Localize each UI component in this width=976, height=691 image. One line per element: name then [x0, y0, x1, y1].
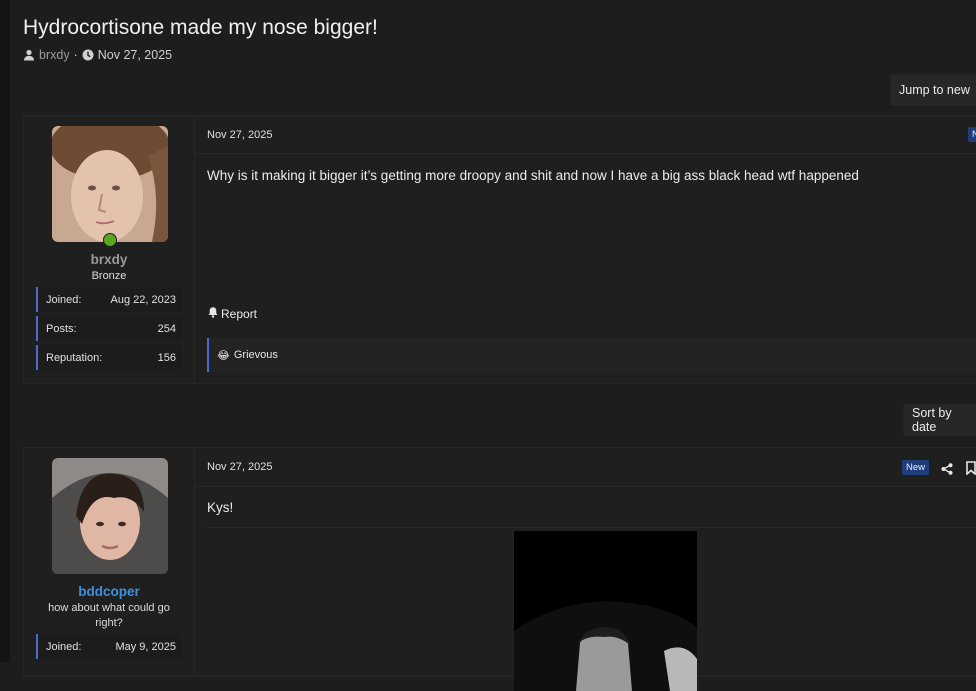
- post-date[interactable]: Nov 27, 2025: [207, 461, 272, 473]
- stat-joined: Joined: Aug 22, 2023: [36, 287, 182, 312]
- stat-label: Joined:: [46, 293, 82, 306]
- post-2: bddcoper how about what could go right? …: [23, 447, 976, 691]
- post-1-user-column: brxdy Bronze Joined: Aug 22, 2023 Posts:…: [24, 116, 194, 383]
- bell-icon: [207, 306, 219, 321]
- reaction-label: Grievous: [233, 349, 278, 361]
- new-badge: New: [902, 460, 930, 475]
- stat-label: Posts:: [46, 322, 77, 335]
- username[interactable]: bddcoper: [24, 584, 194, 599]
- laughing-crying-emoji-icon: 😂: [217, 349, 230, 362]
- username[interactable]: brxdy: [24, 252, 194, 267]
- post-header-divider: [195, 486, 976, 487]
- post-header-divider: [195, 153, 976, 154]
- reaction-bar[interactable]: 😂 Grievous: [207, 338, 976, 372]
- column-divider: [194, 448, 195, 676]
- clock-icon: [82, 49, 94, 61]
- post-body: Kys!: [207, 500, 234, 515]
- post-body-divider: [207, 527, 976, 528]
- report-label: Report: [221, 306, 258, 321]
- new-badge: N: [968, 127, 976, 142]
- post-body: Why is it making it bigger it’s getting …: [207, 168, 859, 183]
- thread-meta: brxdy · Nov 27, 2025: [23, 48, 172, 62]
- online-status-dot: [103, 233, 117, 247]
- thread-date[interactable]: Nov 27, 2025: [98, 48, 172, 62]
- stat-label: Reputation:: [46, 351, 103, 364]
- share-icon[interactable]: [941, 462, 953, 475]
- column-divider: [194, 116, 195, 383]
- jump-to-new-button[interactable]: Jump to new: [890, 74, 976, 106]
- stat-value: May 9, 2025: [115, 640, 176, 653]
- report-button[interactable]: Report: [207, 306, 257, 321]
- left-edge-strip: [0, 0, 10, 662]
- sort-by-date-button[interactable]: Sort by date: [903, 404, 976, 436]
- post-image[interactable]: [514, 531, 697, 691]
- stat-value: 156: [157, 351, 176, 364]
- meta-separator: ·: [73, 48, 78, 62]
- post-2-user-column: bddcoper how about what could go right? …: [24, 448, 194, 676]
- avatar[interactable]: [52, 126, 168, 242]
- thread-author-link[interactable]: brxdy: [39, 48, 70, 62]
- stat-posts: Posts: 254: [36, 316, 182, 341]
- post-1: brxdy Bronze Joined: Aug 22, 2023 Posts:…: [23, 115, 976, 384]
- stat-value: Aug 22, 2023: [110, 293, 176, 306]
- stat-joined: Joined: May 9, 2025: [36, 634, 182, 659]
- bookmark-icon[interactable]: [966, 461, 976, 476]
- user-title: how about what could go right?: [48, 602, 170, 629]
- user-title: Bronze: [91, 270, 127, 282]
- stat-reputation: Reputation: 156: [36, 345, 182, 370]
- avatar[interactable]: [52, 458, 168, 574]
- stat-label: Joined:: [46, 640, 82, 653]
- post-date[interactable]: Nov 27, 2025: [207, 129, 272, 141]
- thread-title: Hydrocortisone made my nose bigger!: [23, 16, 378, 39]
- user-icon: [23, 49, 35, 61]
- stat-value: 254: [157, 322, 176, 335]
